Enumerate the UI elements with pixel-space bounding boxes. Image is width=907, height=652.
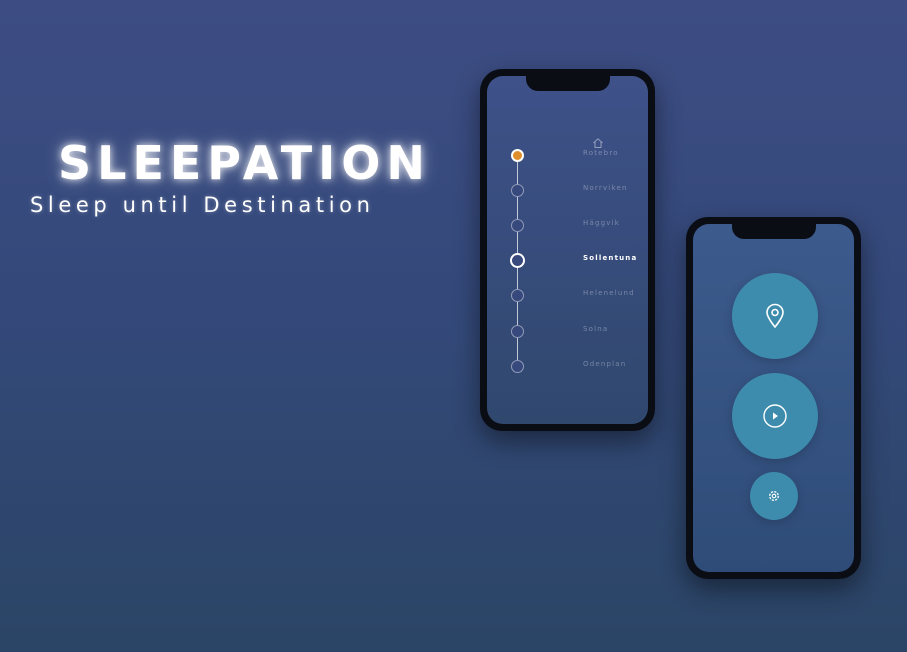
location-pin-icon [766,303,784,329]
stop-marker [511,325,524,338]
home-screen [693,224,854,572]
stop-sollentuna[interactable]: Sollentuna [487,251,648,271]
stop-marker [511,289,524,302]
route-screen: Rotebro Norrviken Häggvik Sollentuna Hel… [487,76,648,424]
phone-notch [525,76,610,91]
stop-label: Sollentuna [583,254,638,262]
stop-label: Rotebro [583,149,619,157]
stop-marker [511,219,524,232]
stop-start-marker [511,149,524,162]
stop-label: Solna [583,325,609,333]
stop-helenelund[interactable]: Helenelund [487,286,648,306]
phone-home [686,217,861,579]
play-icon [763,404,787,428]
stop-rotebro[interactable]: Rotebro [487,146,648,166]
stop-odenplan[interactable]: Odenplan [487,357,648,377]
stop-haggvik[interactable]: Häggvik [487,216,648,236]
set-destination-button[interactable] [732,273,818,359]
stop-solna[interactable]: Solna [487,322,648,342]
app-subtitle: Sleep until Destination [30,193,375,217]
stop-marker [511,360,524,373]
settings-button[interactable] [750,472,798,520]
phone-notch [731,224,816,239]
stop-current-marker [510,253,525,268]
app-title: SLEEPATION [58,136,431,190]
stop-label: Odenplan [583,360,627,368]
stop-label: Norrviken [583,184,628,192]
start-button[interactable] [732,373,818,459]
stop-label: Häggvik [583,219,620,227]
phone-route: Rotebro Norrviken Häggvik Sollentuna Hel… [480,69,655,431]
stop-label: Helenelund [583,289,635,297]
stop-marker [511,184,524,197]
gear-icon [769,491,779,501]
stop-norrviken[interactable]: Norrviken [487,181,648,201]
